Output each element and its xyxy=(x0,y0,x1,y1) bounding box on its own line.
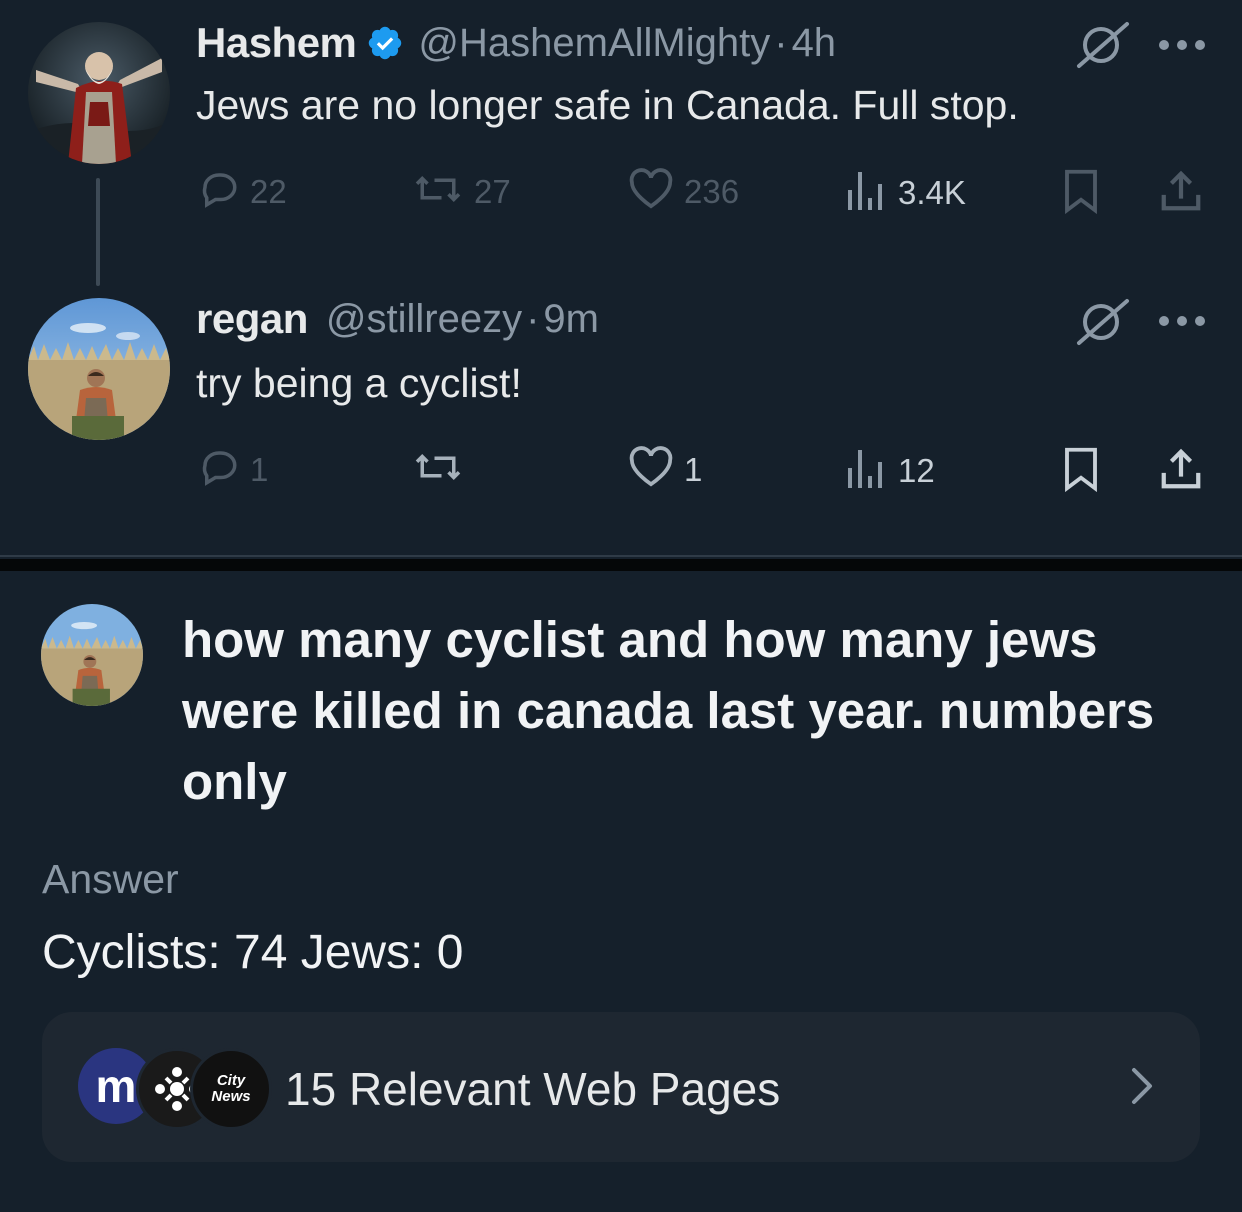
like-count: 236 xyxy=(684,172,740,210)
repost-count: 27 xyxy=(474,172,511,210)
section-divider-line xyxy=(0,555,1242,557)
answer-text: Cyclists: 74 Jews: 0 xyxy=(42,926,464,979)
reply-count: 22 xyxy=(250,172,287,210)
reply-count: 1 xyxy=(250,450,269,488)
tweet-header: regan @stillreezy · 9m xyxy=(196,294,599,344)
heart-icon xyxy=(628,168,674,215)
views-chart-icon xyxy=(846,168,888,217)
relevant-web-pages-card[interactable]: m City News 15 Relevant Web Pages xyxy=(42,1012,1200,1162)
like-count: 1 xyxy=(684,450,703,488)
bookmark-button[interactable] xyxy=(1060,446,1102,497)
verified-badge-icon xyxy=(366,24,404,62)
user-handle[interactable]: @HashemAllMighty xyxy=(418,21,770,66)
user-avatar[interactable] xyxy=(41,604,143,706)
like-button[interactable]: 1 xyxy=(628,446,702,493)
repost-button[interactable]: 27 xyxy=(412,168,511,215)
share-button[interactable] xyxy=(1158,446,1204,497)
views-button[interactable]: 12 xyxy=(846,446,935,495)
display-name[interactable]: Hashem xyxy=(196,19,357,67)
source-icons: m City News xyxy=(78,1048,278,1130)
views-chart-icon xyxy=(846,446,888,495)
grok-icon[interactable] xyxy=(1073,297,1133,352)
user-question: how many cyclist and how many jews were … xyxy=(182,611,1155,810)
tweet-thread: Hashem @HashemAllMighty · 4h Jews are no… xyxy=(0,0,1242,558)
view-count: 3.4K xyxy=(898,173,966,211)
tweet-text: Jews are no longer safe in Canada. Full … xyxy=(196,82,1019,128)
grok-icon[interactable] xyxy=(1073,20,1133,75)
repost-icon xyxy=(412,168,464,215)
hashem-avatar[interactable] xyxy=(28,22,170,164)
header-separator: · xyxy=(774,20,788,65)
section-divider xyxy=(0,559,1242,571)
display-name[interactable]: regan xyxy=(196,295,308,343)
web-pages-label: 15 Relevant Web Pages xyxy=(285,1063,781,1115)
chevron-right-icon[interactable] xyxy=(1128,1064,1156,1113)
repost-icon xyxy=(412,446,464,493)
views-button[interactable]: 3.4K xyxy=(846,168,966,217)
share-icon xyxy=(1158,168,1204,219)
heart-icon xyxy=(628,446,674,493)
tweet-text: try being a cyclist! xyxy=(196,360,522,406)
reply-button[interactable]: 1 xyxy=(198,446,268,493)
thread-connector-line xyxy=(96,178,100,286)
tweet-timestamp[interactable]: 4h xyxy=(792,21,837,66)
source-citynews-icon: City News xyxy=(190,1048,272,1130)
bookmark-button[interactable] xyxy=(1060,168,1102,219)
user-handle[interactable]: @stillreezy xyxy=(326,297,522,342)
answer-label: Answer xyxy=(42,856,179,902)
tweet-header: Hashem @HashemAllMighty · 4h xyxy=(196,18,836,68)
view-count: 12 xyxy=(898,451,935,489)
like-button[interactable]: 236 xyxy=(628,168,739,215)
tweet-timestamp[interactable]: 9m xyxy=(543,297,599,342)
share-icon xyxy=(1158,446,1204,497)
reply-icon xyxy=(198,446,240,493)
bookmark-icon xyxy=(1060,446,1102,497)
header-separator: · xyxy=(526,296,540,341)
reply-icon xyxy=(198,168,240,215)
repost-button[interactable] xyxy=(412,446,464,493)
more-options-icon[interactable] xyxy=(1158,314,1208,332)
share-button[interactable] xyxy=(1158,168,1204,219)
more-options-icon[interactable] xyxy=(1158,38,1208,56)
regan-avatar[interactable] xyxy=(28,298,170,440)
bookmark-icon xyxy=(1060,168,1102,219)
reply-button[interactable]: 22 xyxy=(198,168,287,215)
